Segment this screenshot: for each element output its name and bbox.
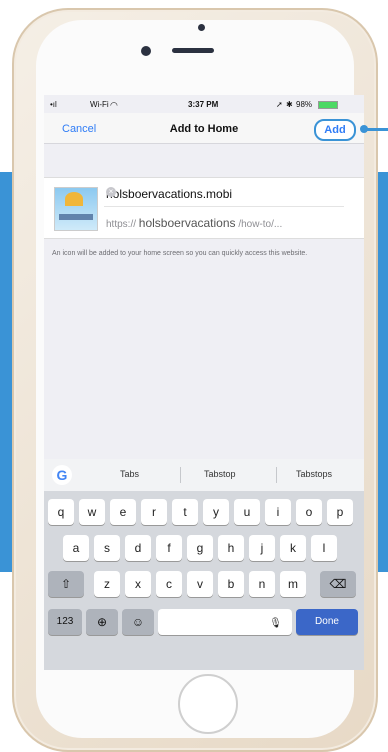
globe-icon[interactable]: ⊕ (86, 609, 118, 635)
shift-icon[interactable]: ⇧ (48, 571, 84, 597)
screen: •ıl Wi-Fi ◠ 3:37 PM ➚ ✱ 98% Cancel Add t… (44, 95, 364, 670)
battery-percent: 98% (296, 100, 313, 109)
navigation-bar: Cancel Add to Home Add (44, 113, 364, 144)
numbers-key[interactable]: 123 (48, 609, 82, 635)
url-prefix: https:// (106, 219, 137, 230)
suggestion-bar: G Tabs Tabstop Tabstops (44, 459, 364, 491)
key-s[interactable]: s (94, 535, 120, 561)
space-bar[interactable]: 🎙 (158, 609, 292, 635)
key-h[interactable]: h (218, 535, 244, 561)
wifi-icon: ◠ (110, 100, 118, 110)
title-field[interactable]: holsboervacations.mobi × (104, 182, 344, 207)
help-text: An icon will be added to your home scree… (52, 250, 308, 257)
key-x[interactable]: x (125, 571, 151, 597)
backspace-icon[interactable]: ⌫ (320, 571, 356, 597)
wifi-label: Wi-Fi (90, 100, 109, 109)
site-icon-thumbnail (54, 187, 98, 231)
suggestion-1[interactable]: Tabs (120, 469, 139, 479)
key-f[interactable]: f (156, 535, 182, 561)
key-m[interactable]: m (280, 571, 306, 597)
key-b[interactable]: b (218, 571, 244, 597)
key-r[interactable]: r (141, 499, 167, 525)
bookmark-card: holsboervacations.mobi × https:// holsbo… (44, 177, 364, 239)
suggestion-2[interactable]: Tabstop (204, 469, 236, 479)
key-o[interactable]: o (296, 499, 322, 525)
battery-icon (318, 101, 338, 109)
url-host: holsboervacations (138, 216, 236, 230)
key-t[interactable]: t (172, 499, 198, 525)
status-time: 3:37 PM (188, 100, 219, 109)
key-n[interactable]: n (249, 571, 275, 597)
carrier-label: •ıl (50, 100, 57, 109)
suggestion-divider (276, 467, 277, 483)
key-d[interactable]: d (125, 535, 151, 561)
key-a[interactable]: a (63, 535, 89, 561)
suggestion-3[interactable]: Tabstops (296, 469, 332, 479)
key-w[interactable]: w (79, 499, 105, 525)
callout-line (362, 128, 388, 131)
status-bar: •ıl Wi-Fi ◠ 3:37 PM ➚ ✱ 98% (44, 95, 364, 113)
url-label: https:// holsboervacations /how-to/... (106, 216, 344, 234)
key-p[interactable]: p (327, 499, 353, 525)
google-icon[interactable]: G (52, 465, 72, 485)
key-g[interactable]: g (187, 535, 213, 561)
clear-icon[interactable]: × (106, 187, 116, 197)
earpiece-speaker (172, 48, 214, 53)
emoji-icon[interactable]: ☺ (122, 609, 154, 635)
sun-icon (65, 192, 83, 206)
location-icon: ➚ (276, 100, 283, 109)
key-e[interactable]: e (110, 499, 136, 525)
title-field-value: holsboervacations.mobi (106, 187, 233, 201)
keyboard: G Tabs Tabstop Tabstops q w e r t y u i … (44, 459, 364, 670)
key-u[interactable]: u (234, 499, 260, 525)
key-q[interactable]: q (48, 499, 74, 525)
key-k[interactable]: k (280, 535, 306, 561)
done-button[interactable]: Done (296, 609, 358, 635)
proximity-sensor (198, 24, 205, 31)
home-button[interactable] (178, 674, 238, 734)
bluetooth-icon: ✱ (286, 100, 293, 109)
url-path: /how-to/... (238, 219, 283, 230)
microphone-icon[interactable]: 🎙 (269, 618, 282, 629)
key-y[interactable]: y (203, 499, 229, 525)
logo-text-shape (59, 214, 93, 220)
key-v[interactable]: v (187, 571, 213, 597)
key-c[interactable]: c (156, 571, 182, 597)
key-l[interactable]: l (311, 535, 337, 561)
front-camera (141, 46, 151, 56)
add-button[interactable]: Add (314, 119, 356, 141)
suggestion-divider (180, 467, 181, 483)
key-z[interactable]: z (94, 571, 120, 597)
key-j[interactable]: j (249, 535, 275, 561)
key-i[interactable]: i (265, 499, 291, 525)
